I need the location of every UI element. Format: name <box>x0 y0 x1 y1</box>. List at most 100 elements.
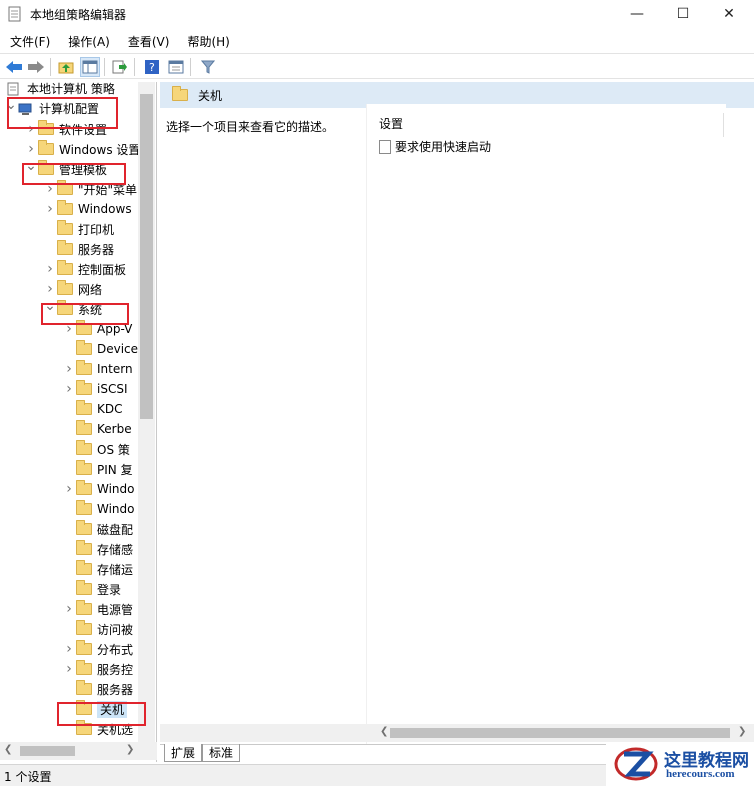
folder-up-icon <box>58 62 74 74</box>
forward-button[interactable] <box>26 57 46 77</box>
tree-item[interactable]: 存储感 <box>62 539 133 559</box>
tree-item[interactable]: › iSCSI <box>62 379 128 399</box>
tree-item[interactable]: › Windows 设置 <box>24 139 140 159</box>
filter-icon <box>201 60 215 74</box>
chevron-right-icon[interactable]: › <box>62 359 76 379</box>
chevron-right-icon[interactable]: › <box>62 639 76 659</box>
tree-item[interactable]: PIN 复 <box>62 459 133 479</box>
folder-icon <box>76 480 92 495</box>
filter-button[interactable] <box>198 57 218 77</box>
export-list-button[interactable] <box>110 57 130 77</box>
tab-standard[interactable]: 标准 <box>202 744 241 762</box>
folder-icon <box>57 200 73 215</box>
tree-item-label: 存储感 <box>97 542 134 557</box>
show-hide-tree-button[interactable] <box>80 57 100 77</box>
menu-help[interactable]: 帮助(H) <box>177 30 237 52</box>
scroll-thumb[interactable] <box>390 728 730 738</box>
tree-item[interactable]: 登录 <box>62 579 121 599</box>
tree-item[interactable]: Windo <box>62 499 135 519</box>
scroll-thumb[interactable] <box>20 746 75 756</box>
menu-action[interactable]: 操作(A) <box>58 30 118 52</box>
tree-item[interactable]: › 分布式 <box>62 639 133 659</box>
tree-vertical-scrollbar[interactable] <box>138 82 155 742</box>
tree-item[interactable]: 访问被 <box>62 619 133 639</box>
chevron-right-icon[interactable]: › <box>62 599 76 619</box>
tree-item[interactable]: › Windows <box>43 199 132 219</box>
setting-row[interactable]: 要求使用快速启动 <box>379 138 491 155</box>
tree-item[interactable]: 打印机 <box>43 219 114 239</box>
folder-icon <box>57 220 73 235</box>
help-button[interactable]: ? <box>142 57 162 77</box>
description-text: 选择一个项目来查看它的描述。 <box>166 120 335 134</box>
chevron-right-icon[interactable]: › <box>62 659 76 679</box>
watermark: 这里教程网 herecours.com <box>606 742 754 786</box>
tree-horizontal-scrollbar[interactable]: ❮ ❯ <box>0 742 157 760</box>
title-bar: 本地组策略编辑器 — ☐ ✕ <box>0 0 754 28</box>
folder-icon <box>76 380 92 395</box>
scroll-left-icon[interactable]: ❮ <box>4 744 12 755</box>
details-horizontal-scrollbar[interactable]: ❮ ❯ <box>160 724 754 742</box>
close-button[interactable]: ✕ <box>706 0 752 28</box>
tree-item[interactable]: KDC <box>62 399 123 419</box>
folder-icon <box>76 640 92 655</box>
status-text: 1 个设置 <box>4 770 52 784</box>
menu-view[interactable]: 查看(V) <box>118 30 178 52</box>
svg-text:?: ? <box>149 61 155 74</box>
tree-item[interactable]: Device <box>62 339 138 359</box>
tree-item[interactable]: 存储运 <box>62 559 133 579</box>
menu-file[interactable]: 文件(F) <box>0 30 58 52</box>
tree-item[interactable]: › Intern <box>62 359 133 379</box>
tree-item[interactable]: 本地计算机 策略 <box>6 82 115 98</box>
chevron-right-icon[interactable]: › <box>43 199 57 219</box>
minimize-button[interactable]: — <box>614 0 660 28</box>
highlight-shutdown <box>57 702 146 726</box>
tree-item[interactable]: OS 策 <box>62 439 130 459</box>
tree-item[interactable]: 服务器 <box>43 239 114 259</box>
tree-item[interactable]: 服务器 <box>62 679 133 699</box>
scroll-thumb[interactable] <box>140 94 153 419</box>
tree-item[interactable]: › 服务控 <box>62 659 133 679</box>
folder-icon <box>76 400 92 415</box>
folder-icon <box>76 680 92 695</box>
tree-item-label: Windows <box>78 202 132 216</box>
menu-bar: 文件(F) 操作(A) 查看(V) 帮助(H) <box>0 30 754 52</box>
folder-icon <box>76 580 92 595</box>
tree-item-label: PIN 复 <box>97 462 133 477</box>
column-header-setting[interactable]: 设置 <box>379 115 403 132</box>
tree-item[interactable]: › 电源管 <box>62 599 133 619</box>
up-level-button[interactable] <box>56 57 76 77</box>
folder-icon <box>76 660 92 675</box>
tree-item[interactable]: › 控制面板 <box>43 259 126 279</box>
tree-item-label: 电源管 <box>97 602 134 617</box>
toolbar-separator <box>134 58 135 76</box>
highlight-computer-config <box>7 97 118 129</box>
tree-item-label: 分布式 <box>97 642 134 657</box>
tab-extended[interactable]: 扩展 <box>164 744 203 762</box>
tree-item[interactable]: › Windo <box>62 479 135 499</box>
chevron-right-icon[interactable]: › <box>62 479 76 499</box>
tree-item-label: 访问被 <box>97 622 134 637</box>
scroll-right-icon[interactable]: ❯ <box>738 726 746 737</box>
chevron-right-icon[interactable]: › <box>43 259 57 279</box>
tree-item-label: 存储运 <box>97 562 134 577</box>
scroll-left-icon[interactable]: ❮ <box>380 726 388 737</box>
tree-item[interactable]: Kerbe <box>62 419 132 439</box>
tree-item-label: 控制面板 <box>78 262 127 277</box>
folder-icon <box>76 520 92 535</box>
folder-icon <box>76 500 92 515</box>
back-button[interactable] <box>4 57 24 77</box>
tree-item-label: iSCSI <box>97 382 128 396</box>
properties-button[interactable] <box>166 57 186 77</box>
tree-item-label: 服务器 <box>97 682 134 697</box>
chevron-right-icon[interactable]: › <box>62 379 76 399</box>
scroll-right-icon[interactable]: ❯ <box>126 744 134 755</box>
tree-item[interactable]: 磁盘配 <box>62 519 133 539</box>
toolbar-separator <box>104 58 105 76</box>
maximize-button[interactable]: ☐ <box>660 0 706 28</box>
